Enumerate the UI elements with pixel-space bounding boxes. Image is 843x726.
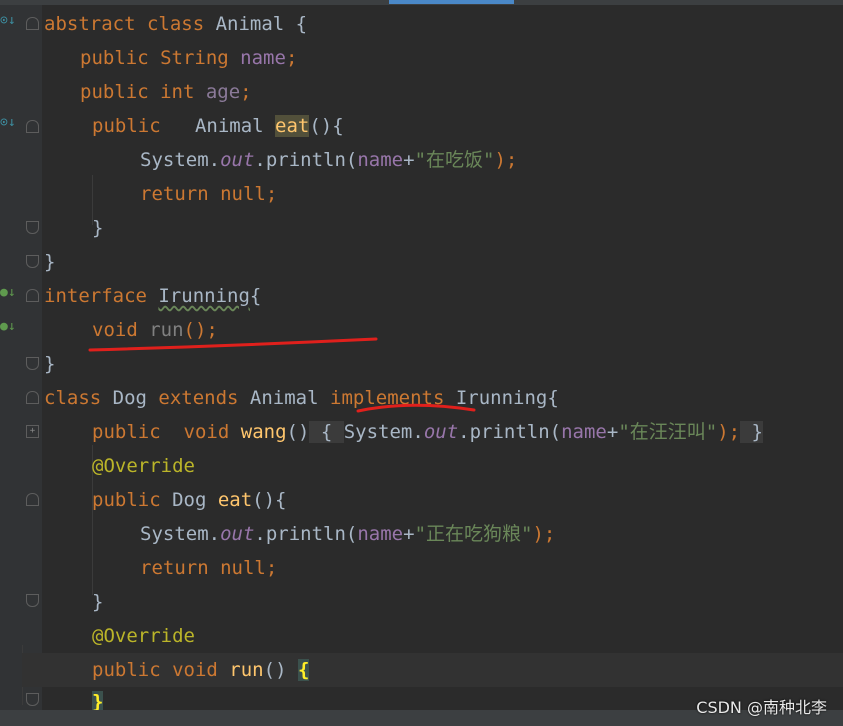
red-underline-implements xyxy=(356,403,476,413)
red-annotation-marks xyxy=(88,337,476,413)
red-underline-void-run xyxy=(88,337,378,352)
csdn-watermark: CSDN @南种北李 xyxy=(696,698,827,717)
